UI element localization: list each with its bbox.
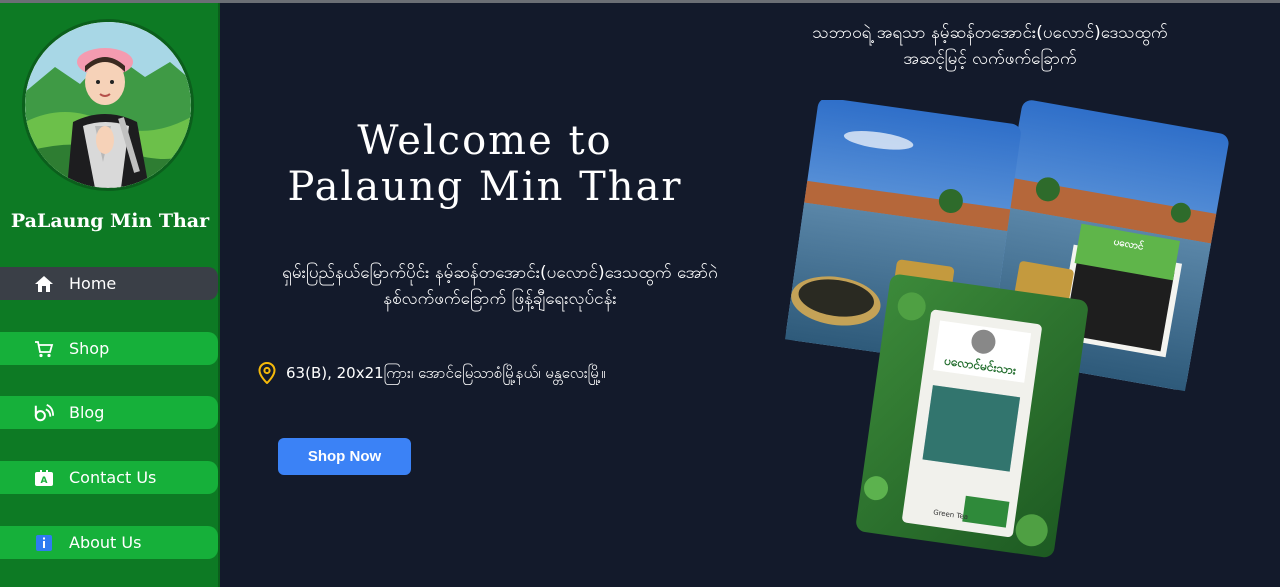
tagline-line-1: သဘာဝရဲ့ အရသာ နမ့်ဆန်တအောင်း(ပလောင်)ဒေသထွ…: [812, 23, 1168, 43]
cart-icon: [34, 339, 54, 359]
product-photo-collage: ပလောင် ပလောင် ပလောင်မင်းသား: [775, 97, 1245, 560]
address-text: 63(B), 20x21ကြား၊ အောင်မြေသာစံမြို့နယ်၊ …: [286, 364, 606, 382]
contact-card-icon: A: [34, 468, 54, 488]
address-row: 63(B), 20x21ကြား၊ အောင်မြေသာစံမြို့နယ်၊ …: [258, 361, 606, 388]
brand-name: PaLaung Min Thar: [10, 210, 210, 232]
shop-now-button[interactable]: Shop Now: [278, 438, 411, 475]
info-icon: [34, 533, 54, 553]
nav-shop-label: Shop: [69, 339, 110, 358]
hero-subtitle: ရှမ်းပြည်နယ်မြောက်ပိုင်း နမ့်ဆန်တအောင်း(…: [240, 260, 760, 312]
brand-logo-avatar: [22, 19, 194, 191]
nav-blog-label: Blog: [69, 403, 105, 422]
location-pin-icon: [258, 361, 276, 388]
svg-text:A: A: [41, 476, 48, 486]
photo-green-tea-pack: ပလောင်မင်းသား Green Tea: [856, 274, 1088, 558]
sidebar: PaLaung Min Thar Home Shop Blog A Contac…: [0, 3, 220, 587]
nav-blog[interactable]: Blog: [0, 396, 218, 429]
blog-icon: [34, 403, 54, 423]
nav-contact-label: Contact Us: [69, 468, 157, 487]
tagline: သဘာဝရဲ့ အရသာ နမ့်ဆန်တအောင်း(ပလောင်)ဒေသထွ…: [760, 20, 1220, 72]
tagline-line-2: အဆင့်မြင့် လက်ဖက်ခြောက်: [903, 49, 1077, 69]
welcome-line-1: Welcome to: [357, 118, 613, 164]
nav-about[interactable]: About Us: [0, 526, 218, 559]
welcome-line-2: Palaung Min Thar: [287, 164, 683, 210]
subtitle-line-1: ရှမ်းပြည်နယ်မြောက်ပိုင်း နမ့်ဆန်တအောင်း(…: [282, 263, 718, 283]
nav-shop[interactable]: Shop: [0, 332, 218, 365]
nav-contact[interactable]: A Contact Us: [0, 461, 218, 494]
welcome-heading: Welcome to Palaung Min Thar: [240, 118, 730, 210]
nav-home-label: Home: [69, 274, 117, 293]
home-icon: [34, 274, 54, 294]
nav-home[interactable]: Home: [0, 267, 218, 300]
nav-about-label: About Us: [69, 533, 142, 552]
subtitle-line-2: နစ်လက်ဖက်ခြောက် ဖြန့်ချီရေးလုပ်ငန်း: [383, 289, 617, 309]
